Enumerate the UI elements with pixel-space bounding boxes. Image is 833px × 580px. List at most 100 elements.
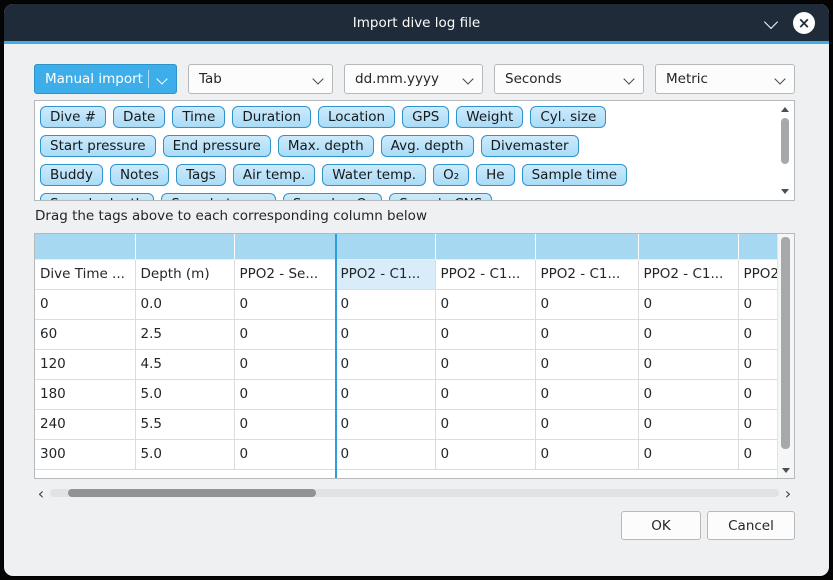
drop-target-cell[interactable] [135,234,234,259]
table-row: 2405.5000000 [35,409,778,439]
scroll-left-icon[interactable]: ‹ [34,487,48,500]
table-row: 3005.0000000 [35,439,778,469]
field-tag[interactable]: Air temp. [233,164,315,186]
column-header[interactable]: PPO2 - C1... [535,259,638,289]
field-tag[interactable]: Dive # [40,106,106,128]
column-header[interactable]: Dive Time ... [35,259,135,289]
header-row: Dive Time ...Depth (m)PPO2 - Se...PPO2 -… [35,259,778,289]
field-tag[interactable]: Notes [110,164,169,186]
column-header[interactable]: PPO2 [738,259,778,289]
combobox-value: Manual import [45,71,143,87]
field-tag[interactable]: Tags [176,164,226,186]
drop-target-cell[interactable] [535,234,638,259]
field-tag[interactable]: GPS [402,106,449,128]
cell: 0 [335,409,435,439]
scrollbar-thumb[interactable] [68,489,316,497]
field-tag[interactable]: Sample time [522,164,627,186]
chevron-down-icon [764,14,778,28]
cell: 0.0 [135,289,234,319]
cell: 0 [435,349,535,379]
drop-target-cell[interactable] [738,234,778,259]
cell: 0 [638,379,738,409]
field-tag[interactable]: Start pressure [40,135,156,157]
combobox-value: Metric [666,71,708,87]
tag-palette-scrollbar[interactable] [778,102,792,199]
column-header[interactable]: Depth (m) [135,259,234,289]
drop-target-cell[interactable] [335,234,435,259]
chevron-down-icon [462,73,473,84]
field-tag[interactable]: Sample temp. [161,193,276,200]
ok-button[interactable]: OK [621,511,701,540]
instruction-text: Drag the tags above to each correspondin… [35,208,427,224]
titlebar-accent-line [4,41,829,44]
cell: 0 [435,439,535,469]
field-tag[interactable]: Sample depth [40,193,154,200]
cell: 0 [234,379,335,409]
duration-format-combobox[interactable]: Seconds [494,64,644,94]
column-header[interactable]: PPO2 - C1... [638,259,738,289]
scroll-down-icon[interactable] [782,468,790,473]
combobox-separator [148,70,149,88]
date-format-combobox[interactable]: dd.mm.yyyy [344,64,483,94]
cell: 0 [335,349,435,379]
field-tag[interactable]: Sample CNS [389,193,492,200]
drop-target-cell[interactable] [35,234,135,259]
field-tag[interactable]: Divemaster [481,135,579,157]
column-header[interactable]: PPO2 - C1... [435,259,535,289]
cell: 0 [234,289,335,319]
table-row: 00.0000000 [35,289,778,319]
field-tag[interactable]: End pressure [163,135,271,157]
cell: 0 [638,439,738,469]
cell: 0 [435,319,535,349]
cell: 240 [35,409,135,439]
field-tag[interactable]: Weight [456,106,523,128]
titlebar[interactable]: Import dive log file × [4,4,829,41]
tag-palette: Dive # Date Time Duration Location GPS Weight C… [34,100,795,201]
drop-target-cell[interactable] [234,234,335,259]
combobox-value: dd.mm.yyyy [355,71,439,87]
cell: 0 [738,319,778,349]
field-tag[interactable]: Buddy [40,164,103,186]
field-tag[interactable]: Avg. depth [381,135,474,157]
table-horizontal-scrollbar[interactable]: ‹ › [34,485,795,501]
close-button[interactable]: × [793,12,815,34]
field-tag[interactable]: Date [113,106,165,128]
scrollbar-thumb[interactable] [781,237,790,449]
column-header[interactable]: PPO2 - Se... [234,259,335,289]
chevron-down-icon [312,73,323,84]
tag-row: Sample depth Sample temp. Sample pO₂ Sample… [40,193,774,200]
table-row: 1805.0000000 [35,379,778,409]
scroll-right-icon[interactable]: › [781,487,795,500]
field-separator-combobox[interactable]: Tab [188,64,333,94]
cell: 0 [738,349,778,379]
cell: 0 [335,439,435,469]
drop-target-row [35,234,778,259]
field-tag[interactable]: Duration [232,106,311,128]
cell: 0 [234,439,335,469]
import-type-combobox[interactable]: Manual import [34,64,177,94]
field-tag[interactable]: O₂ [433,164,469,186]
field-tag[interactable]: Time [172,106,225,128]
cancel-button[interactable]: Cancel [707,511,795,540]
cell: 2.5 [135,319,234,349]
field-tag[interactable]: Water temp. [322,164,426,186]
screen: Import dive log file × Manual import Tab [0,0,833,580]
scroll-up-icon[interactable] [781,107,789,112]
scrollbar-track[interactable] [50,489,779,497]
table-vertical-scrollbar[interactable] [777,234,794,478]
field-tag[interactable]: Cyl. size [530,106,606,128]
titlebar-menu-button[interactable] [764,16,778,30]
cell: 0 [535,409,638,439]
scroll-down-icon[interactable] [781,189,789,194]
drop-target-cell[interactable] [638,234,738,259]
tag-row: Buddy Notes Tags Air temp. Water temp. O₂ He Sa… [40,164,774,186]
field-tag[interactable]: He [476,164,514,186]
field-tag[interactable]: Location [318,106,395,128]
cell: 60 [35,319,135,349]
units-combobox[interactable]: Metric [655,64,795,94]
scrollbar-thumb[interactable] [781,118,789,164]
field-tag[interactable]: Sample pO₂ [283,193,383,200]
field-tag[interactable]: Max. depth [278,135,374,157]
column-header[interactable]: PPO2 - C1... [335,259,435,289]
drop-target-cell[interactable] [435,234,535,259]
